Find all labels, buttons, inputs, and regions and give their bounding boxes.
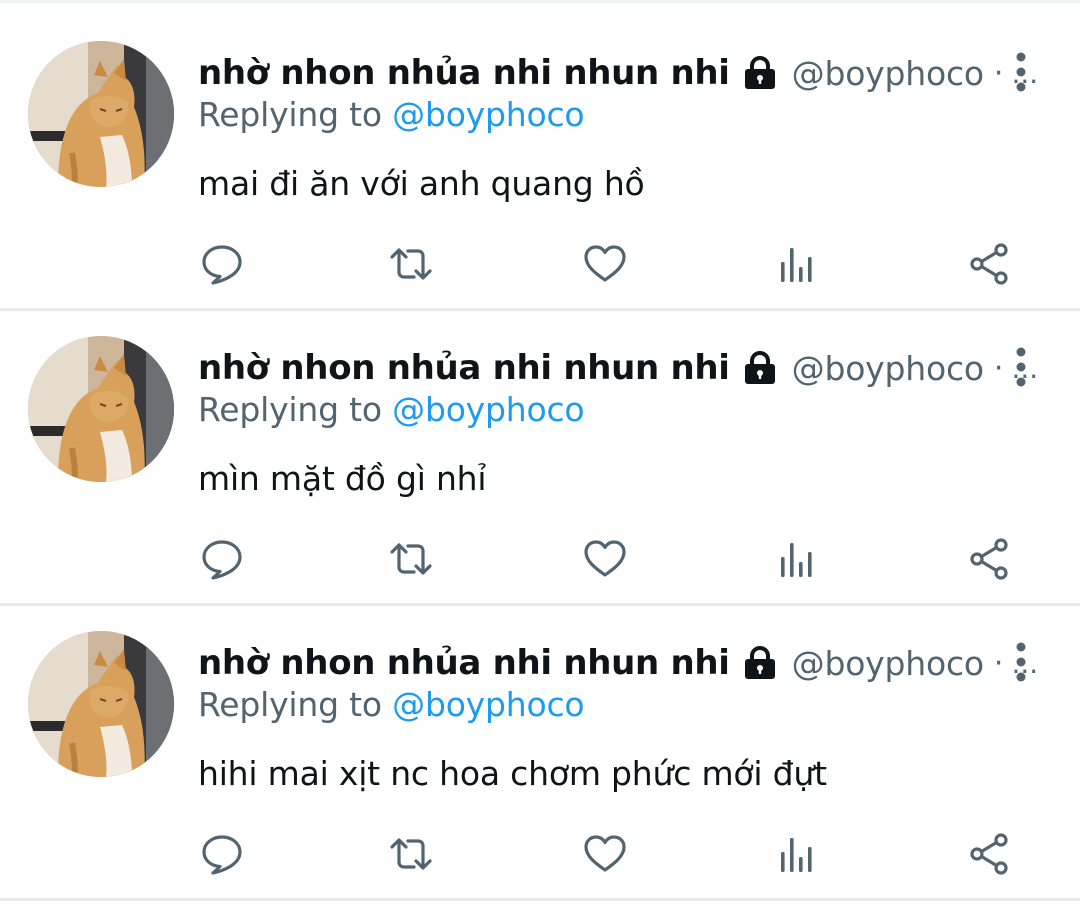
reply-button[interactable]	[198, 240, 246, 288]
share-button[interactable]	[966, 535, 1014, 583]
cat-avatar-image	[28, 631, 174, 777]
reply-icon	[202, 245, 242, 285]
more-vertical-icon[interactable]	[1008, 640, 1034, 684]
views-chart-icon	[781, 248, 812, 282]
views-button[interactable]	[773, 535, 821, 583]
views-chart-icon	[781, 838, 812, 872]
like-button[interactable]	[581, 240, 629, 288]
tweet-header: nhờ nhon nhủa nhi nhun nhi @boyphoco · .…	[198, 638, 1038, 688]
replying-to-link[interactable]: @boyphoco	[392, 95, 584, 134]
reply-icon	[202, 540, 242, 580]
replying-to-link[interactable]: @boyphoco	[392, 685, 584, 724]
lock-icon	[744, 351, 775, 384]
separator-dot: ·	[993, 55, 1004, 91]
tweet-text: mai đi ăn với anh quang hồ	[198, 164, 645, 203]
cat-avatar-image	[28, 41, 174, 187]
views-button[interactable]	[773, 240, 821, 288]
tweet-actions	[0, 830, 1080, 882]
replying-to-line: Replying to @boyphoco	[198, 685, 585, 724]
separator-dot: ·	[993, 350, 1004, 386]
avatar[interactable]	[28, 41, 174, 187]
views-button[interactable]	[773, 830, 821, 878]
share-button[interactable]	[966, 240, 1014, 288]
tweet[interactable]: nhờ nhon nhủa nhi nhun nhi @boyphoco · .…	[0, 18, 1080, 311]
retweet-icon	[390, 248, 432, 280]
user-handle[interactable]: @boyphoco	[792, 644, 984, 683]
tweet[interactable]: nhờ nhon nhủa nhi nhun nhi @boyphoco · .…	[0, 608, 1080, 901]
replying-to-label: Replying to	[198, 685, 393, 724]
avatar[interactable]	[28, 631, 174, 777]
avatar[interactable]	[28, 336, 174, 482]
retweet-icon	[390, 543, 432, 575]
cat-avatar-image	[28, 336, 174, 482]
display-name[interactable]: nhờ nhon nhủa nhi nhun nhi	[198, 348, 730, 388]
more-vertical-icon[interactable]	[1008, 345, 1034, 389]
lock-icon	[744, 56, 775, 89]
heart-icon	[584, 540, 626, 577]
share-icon	[970, 833, 1008, 875]
tweet-text: mìn mặt đồ gì nhỉ	[198, 459, 487, 498]
replying-to-label: Replying to	[198, 390, 393, 429]
tweet-header: nhờ nhon nhủa nhi nhun nhi @boyphoco · .…	[198, 343, 1038, 393]
lock-icon	[744, 646, 775, 679]
reply-button[interactable]	[198, 535, 246, 583]
like-button[interactable]	[581, 830, 629, 878]
replying-to-label: Replying to	[198, 95, 393, 134]
replying-to-line: Replying to @boyphoco	[198, 95, 585, 134]
user-handle[interactable]: @boyphoco	[792, 54, 984, 93]
user-handle[interactable]: @boyphoco	[792, 349, 984, 388]
display-name[interactable]: nhờ nhon nhủa nhi nhun nhi	[198, 643, 730, 683]
share-button[interactable]	[966, 830, 1014, 878]
retweet-button[interactable]	[387, 830, 435, 878]
top-divider	[0, 0, 1080, 3]
replying-to-line: Replying to @boyphoco	[198, 390, 585, 429]
heart-icon	[584, 245, 626, 282]
share-icon	[970, 243, 1008, 285]
share-icon	[970, 538, 1008, 580]
like-button[interactable]	[581, 535, 629, 583]
tweet-actions	[0, 240, 1080, 292]
separator-dot: ·	[993, 645, 1004, 681]
retweet-button[interactable]	[387, 535, 435, 583]
tweet-text: hihi mai xịt nc hoa chơm phức mới đựt	[198, 754, 827, 793]
views-chart-icon	[781, 543, 812, 577]
display-name[interactable]: nhờ nhon nhủa nhi nhun nhi	[198, 53, 730, 93]
tweet[interactable]: nhờ nhon nhủa nhi nhun nhi @boyphoco · .…	[0, 313, 1080, 606]
retweet-icon	[390, 838, 432, 870]
reply-icon	[202, 835, 242, 875]
tweet-header: nhờ nhon nhủa nhi nhun nhi @boyphoco · .…	[198, 48, 1038, 98]
tweet-actions	[0, 535, 1080, 587]
retweet-button[interactable]	[387, 240, 435, 288]
replying-to-link[interactable]: @boyphoco	[392, 390, 584, 429]
heart-icon	[584, 835, 626, 872]
reply-button[interactable]	[198, 830, 246, 878]
more-vertical-icon[interactable]	[1008, 50, 1034, 94]
